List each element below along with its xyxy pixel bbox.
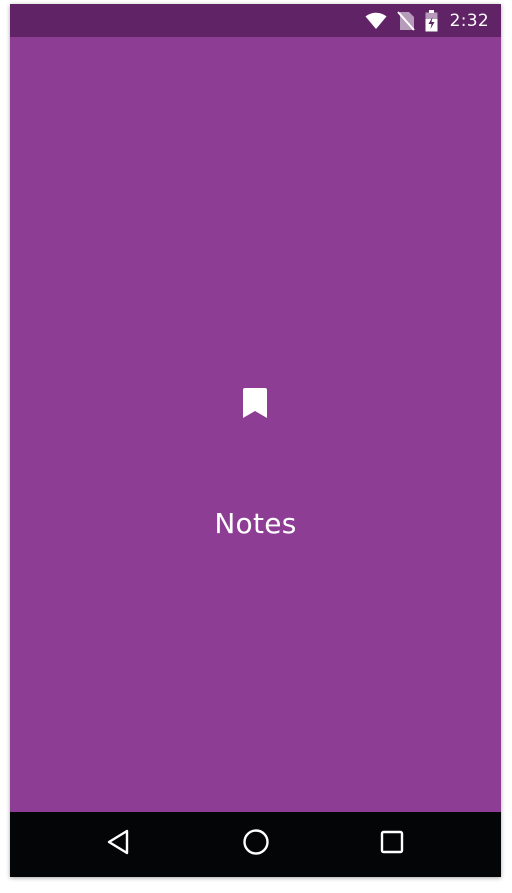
recents-button[interactable] [372, 826, 412, 862]
app-title: Notes [214, 507, 297, 540]
home-button[interactable] [236, 826, 276, 862]
no-sim-icon [396, 10, 415, 31]
status-time: 2:32 [449, 10, 489, 31]
wifi-icon [365, 12, 387, 30]
home-icon [242, 828, 270, 860]
battery-icon [425, 9, 438, 32]
recents-icon [380, 830, 404, 858]
back-icon [106, 829, 130, 859]
device-screen: 2:32 Notes [10, 4, 501, 877]
back-button[interactable] [98, 826, 138, 862]
navigation-bar [10, 812, 501, 877]
bookmark-icon [243, 388, 267, 418]
splash-content: Notes [10, 37, 501, 812]
status-bar: 2:32 [10, 4, 501, 37]
